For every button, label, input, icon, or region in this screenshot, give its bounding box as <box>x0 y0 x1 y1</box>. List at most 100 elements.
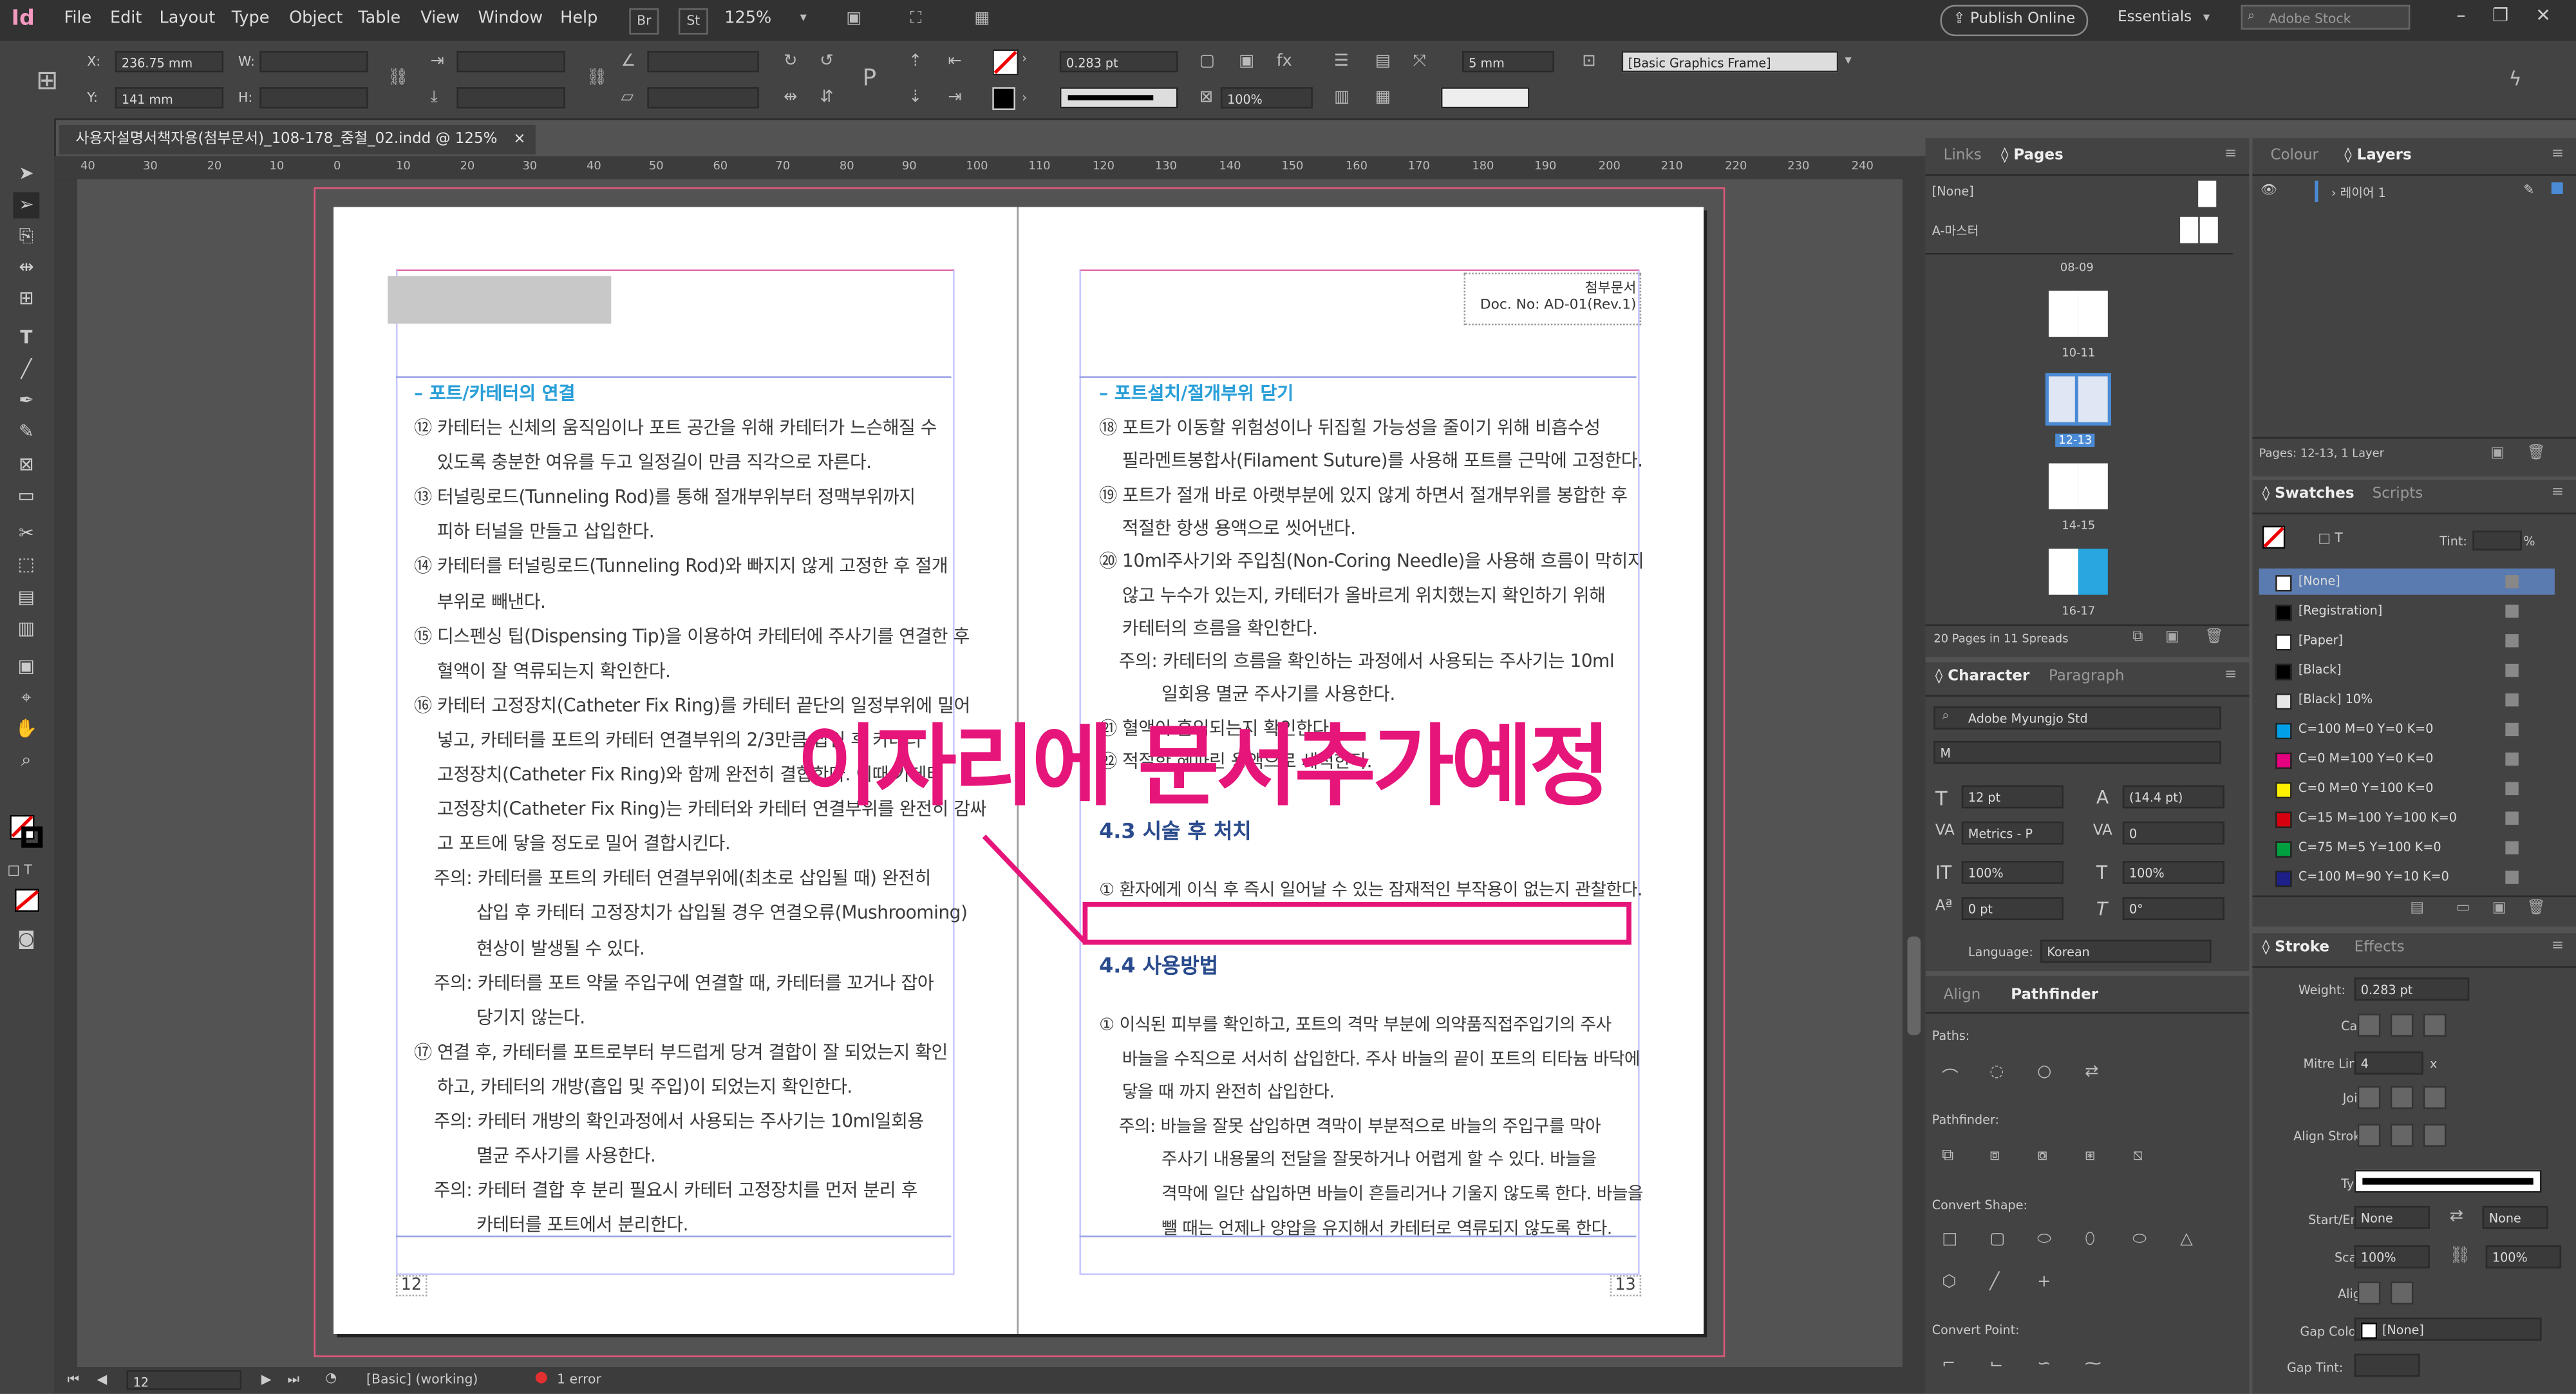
add-shape-icon[interactable]: ⧉ <box>1942 1147 1953 1165</box>
language-dropdown[interactable]: Korean <box>2040 939 2212 963</box>
stroke-swatch[interactable] <box>992 87 1015 110</box>
horizontal-scale-input[interactable]: 100% <box>2122 861 2225 884</box>
master-thumb-left[interactable] <box>2180 216 2199 243</box>
pencil-tool-icon[interactable]: ✎ <box>13 419 39 446</box>
delete-page-icon[interactable]: 🗑 <box>2205 629 2223 646</box>
butt-cap-icon[interactable] <box>2357 1013 2381 1037</box>
menu-type[interactable]: Type <box>232 10 270 28</box>
text-wrap-jump-icon[interactable]: ▦ <box>1375 89 1391 107</box>
start-scale-input[interactable]: 100% <box>2354 1245 2430 1268</box>
convert-triangle-icon[interactable]: △ <box>2180 1230 2193 1248</box>
swatch-row[interactable]: C=100 M=0 Y=0 K=0 <box>2259 717 2555 743</box>
swatch-row[interactable]: [Registration] <box>2259 598 2555 625</box>
tab-links[interactable]: Links <box>1944 148 1982 165</box>
panel-menu-icon[interactable]: ≡ <box>2552 146 2564 163</box>
round-cap-icon[interactable] <box>2390 1013 2414 1037</box>
close-window-icon[interactable]: ✕ <box>2527 3 2560 30</box>
object-style-dropdown-icon[interactable]: ▾ <box>1845 53 1852 68</box>
quick-apply-icon[interactable]: ϟ <box>2508 68 2521 91</box>
swatch-row[interactable]: C=100 M=90 Y=10 K=0 <box>2259 864 2555 890</box>
zoom-level[interactable]: 125% <box>724 10 771 28</box>
master-thumb-right[interactable] <box>2199 216 2218 243</box>
stroke-type-dropdown[interactable] <box>1059 87 1178 109</box>
tab-scripts[interactable]: Scripts <box>2373 486 2423 503</box>
next-page-icon[interactable]: ▶ <box>261 1372 272 1387</box>
rectangle-tool-icon[interactable]: ▭ <box>13 483 39 509</box>
subtract-shape-icon[interactable]: ⧈ <box>1989 1147 2000 1165</box>
convert-orthogonal-line-icon[interactable]: + <box>2037 1274 2051 1292</box>
font-family-dropdown[interactable]: Adobe Myungjo Std <box>1933 706 2221 730</box>
close-path-icon[interactable]: ○ <box>2037 1063 2051 1081</box>
stroke-type-select[interactable] <box>2354 1169 2542 1193</box>
width-input[interactable] <box>259 51 368 73</box>
tab-layers[interactable]: ◊ Layers <box>2344 148 2411 165</box>
error-count[interactable]: 1 error <box>557 1372 601 1387</box>
swatch-row[interactable]: C=75 M=5 Y=100 K=0 <box>2259 834 2555 861</box>
arrange-documents-icon[interactable]: ▦ <box>974 10 990 28</box>
rotation-angle-input[interactable] <box>647 51 759 73</box>
fill-none-icon[interactable] <box>2262 525 2286 549</box>
bevel-join-icon[interactable] <box>2423 1086 2447 1109</box>
panel-menu-icon[interactable]: ≡ <box>2552 938 2564 955</box>
swatch-row[interactable]: C=0 M=0 Y=100 K=0 <box>2259 775 2555 802</box>
plain-point-icon[interactable]: ⌐ <box>1942 1355 1955 1373</box>
tab-swatches[interactable]: ◊ Swatches <box>2262 486 2355 503</box>
flip-vertical-icon[interactable]: ⇵ <box>820 89 833 107</box>
view-options-icon[interactable]: ▣ <box>846 10 861 28</box>
bridge-button[interactable]: Br <box>629 8 659 35</box>
arrow-extend-icon[interactable] <box>2357 1281 2381 1305</box>
panel-menu-icon[interactable]: ≡ <box>2224 667 2237 684</box>
first-page-icon[interactable]: ⏮ <box>68 1372 79 1389</box>
gap-colour-dropdown[interactable]: [None] <box>2354 1317 2542 1341</box>
auto-fit-icon[interactable]: ⤧ <box>1413 53 1425 71</box>
constrain-proportions-icon[interactable]: ⛓ <box>388 69 408 87</box>
miter-join-icon[interactable] <box>2357 1086 2381 1109</box>
workspace-dropdown-icon[interactable]: ▾ <box>2203 10 2210 24</box>
panel-menu-icon[interactable]: ≡ <box>2224 146 2237 163</box>
mitre-limit-input[interactable]: 4 <box>2354 1051 2423 1075</box>
select-container-icon[interactable]: ⇡ <box>908 53 922 71</box>
projecting-cap-icon[interactable] <box>2423 1013 2447 1037</box>
stroke-swatch-icon[interactable] <box>21 826 43 848</box>
scale-y-input[interactable] <box>456 87 565 109</box>
text-wrap-shape-icon[interactable]: ▥ <box>1334 89 1349 107</box>
convert-rounded-rect-icon[interactable]: ▢ <box>1989 1230 2005 1248</box>
tab-align[interactable]: Align <box>1944 988 1981 1004</box>
intersect-shape-icon[interactable]: ⧇ <box>2037 1147 2047 1165</box>
adobe-stock-search-input[interactable]: Adobe Stock <box>2241 5 2411 30</box>
font-style-dropdown[interactable]: M <box>1933 740 2221 764</box>
start-arrowhead-dropdown[interactable]: None <box>2354 1205 2430 1229</box>
free-transform-tool-icon[interactable]: ⬚ <box>13 552 39 578</box>
align-inside-icon[interactable] <box>2390 1124 2414 1147</box>
swatch-row[interactable]: [Black] <box>2259 657 2555 684</box>
convert-ellipse-icon[interactable]: ⬭ <box>2132 1230 2147 1248</box>
frame-fitting-icon[interactable]: ▢ <box>1199 53 1215 71</box>
x-position-input[interactable]: 236.75 mm <box>115 51 224 73</box>
link-scale-icon[interactable]: ⛓ <box>2450 1247 2470 1265</box>
scale-x-input[interactable] <box>456 51 565 73</box>
align-center-icon[interactable] <box>2357 1124 2381 1147</box>
selection-tool-icon[interactable]: ➤ <box>13 161 39 187</box>
type-tool-icon[interactable]: T <box>13 325 39 352</box>
gradient-feather-tool-icon[interactable]: ▥ <box>13 616 39 643</box>
swatch-row[interactable]: C=0 M=100 Y=0 K=0 <box>2259 746 2555 772</box>
font-size-input[interactable]: 12 pt <box>1961 785 2064 809</box>
rotate-cw-icon[interactable]: ↻ <box>784 53 797 71</box>
page-thumb-selected[interactable] <box>2074 373 2111 426</box>
align-outside-icon[interactable] <box>2423 1124 2447 1147</box>
a-master[interactable]: A-마스터 <box>1932 221 1979 240</box>
reference-point-icon[interactable]: ⊞ <box>36 64 58 95</box>
symmetrical-point-icon[interactable]: ⁓ <box>2085 1355 2101 1373</box>
gap-tint-input[interactable] <box>2354 1353 2420 1377</box>
tab-effects[interactable]: Effects <box>2355 940 2405 957</box>
close-tab-icon[interactable]: × <box>513 125 525 155</box>
swatch-row[interactable]: [Paper] <box>2259 628 2555 654</box>
note-tool-icon[interactable]: ▣ <box>13 654 39 681</box>
new-color-group-icon[interactable]: ▭ <box>2456 900 2470 917</box>
round-join-icon[interactable] <box>2390 1086 2414 1109</box>
tab-pathfinder[interactable]: Pathfinder <box>2011 988 2098 1004</box>
swap-arrowheads-icon[interactable]: ⇄ <box>2450 1207 2463 1225</box>
tint-input[interactable] <box>2472 531 2522 551</box>
page-tool-icon[interactable]: ⎘ <box>13 223 39 250</box>
tracking-input[interactable]: 0 <box>2122 821 2225 845</box>
